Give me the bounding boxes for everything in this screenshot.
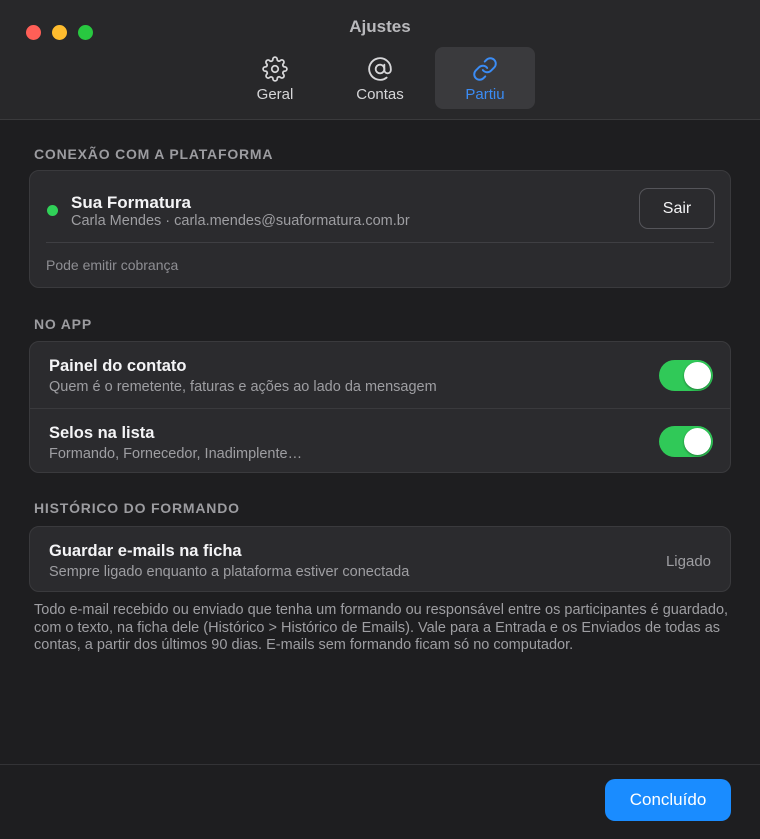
tab-geral[interactable]: Geral [225,47,325,109]
connected-status-dot [47,205,58,216]
tab-partiu-label: Partiu [465,86,505,103]
contact-panel-toggle[interactable] [659,360,713,391]
setting-subtitle: Sempre ligado enquanto a plataforma esti… [49,564,410,580]
list-badges-toggle[interactable] [659,426,713,457]
permission-text: Pode emitir cobrança [46,257,179,273]
window-title: Ajustes [349,17,411,36]
toggle-knob [684,362,711,389]
setting-row-list-badges: Selos na lista Formando, Fornecedor, Ina… [30,408,730,474]
section-title-connection: CONEXÃO COM A PLATAFORMA [34,146,274,162]
connection-card: Sua Formatura Carla Mendes · carla.mende… [29,170,731,288]
in-app-card: Painel do contato Quem é o remetente, fa… [29,341,731,473]
section-title-in-app: NO APP [34,316,92,332]
setting-title: Painel do contato [49,357,187,375]
tab-partiu[interactable]: Partiu [435,47,535,109]
setting-row-save-emails: Guardar e-mails na ficha Sempre ligado e… [30,527,730,593]
settings-tabs: Geral Contas Partiu [0,47,760,109]
tab-contas-label: Contas [356,86,404,103]
setting-subtitle: Formando, Fornecedor, Inadimplente… [49,446,303,462]
tab-geral-label: Geral [256,86,294,103]
tab-contas[interactable]: Contas [330,47,430,109]
gear-icon [262,56,288,82]
at-sign-icon [368,57,392,81]
title-bar: Ajustes Geral Contas Partiu [0,0,760,120]
account-info: Carla Mendes · carla.mendes@suaformatura… [71,213,410,229]
toggle-knob [684,428,711,455]
history-card: Guardar e-mails na ficha Sempre ligado e… [29,526,731,592]
platform-name: Sua Formatura [71,193,191,212]
divider [46,242,714,243]
setting-subtitle: Quem é o remetente, faturas e ações ao l… [49,379,437,395]
done-button[interactable]: Concluído [605,779,731,821]
logout-button[interactable]: Sair [639,188,715,229]
history-status-text: Ligado [665,553,711,570]
link-icon [473,57,497,81]
setting-title: Guardar e-mails na ficha [49,542,242,560]
footer-divider [0,764,760,765]
setting-title: Selos na lista [49,424,155,442]
history-footnote: Todo e-mail recebido ou enviado que tenh… [34,602,729,653]
setting-row-contact-panel: Painel do contato Quem é o remetente, fa… [30,342,730,408]
section-title-history: HISTÓRICO DO FORMANDO [34,500,240,516]
